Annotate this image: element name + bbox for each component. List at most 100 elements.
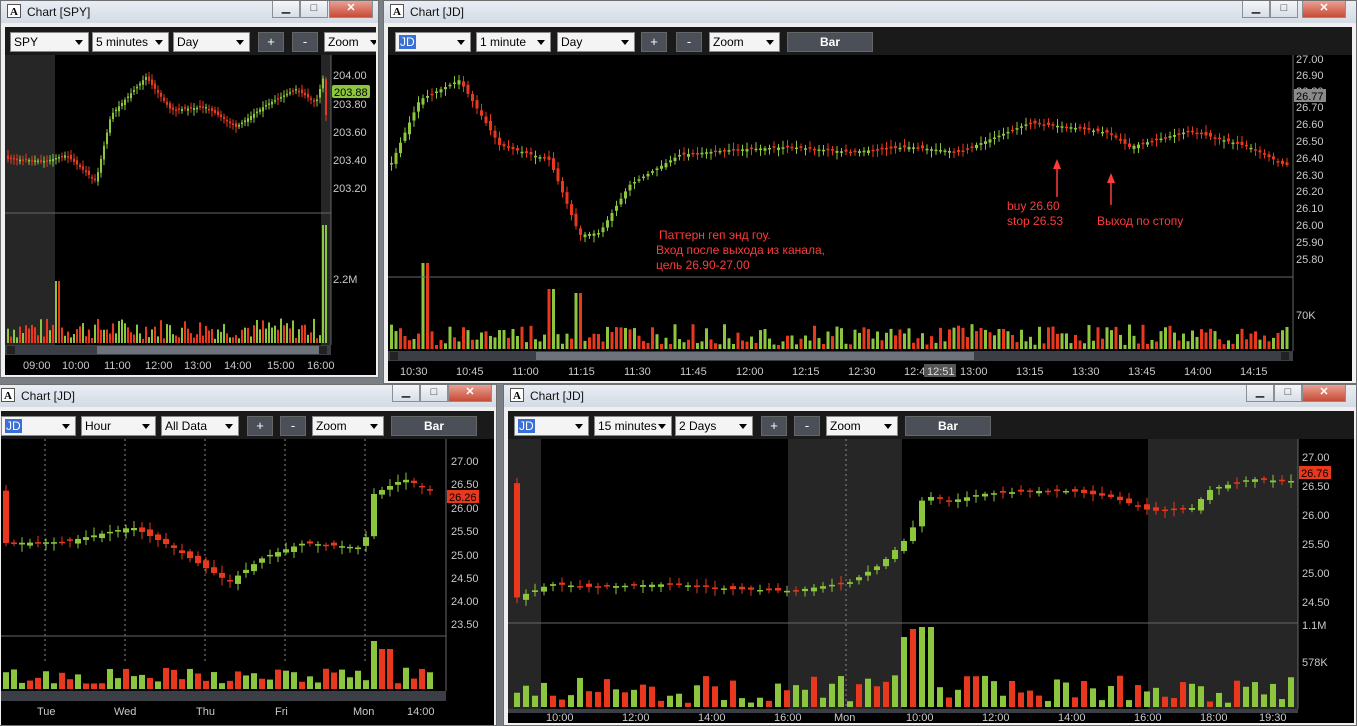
close-icon[interactable]: ✕	[1302, 1, 1346, 18]
zoom-select[interactable]: Zoom	[826, 416, 898, 436]
interval-select[interactable]: 1 minute	[476, 32, 551, 52]
interval-select[interactable]: 15 minutes	[594, 416, 672, 436]
candle	[739, 586, 745, 590]
candle	[1231, 142, 1235, 145]
close-icon[interactable]: ✕	[1302, 385, 1346, 402]
candle	[262, 107, 264, 112]
zoom-out-button[interactable]: -	[676, 32, 702, 52]
candle	[498, 137, 501, 145]
interval-select[interactable]: 5 minutes	[92, 32, 169, 52]
svg-text:27.00: 27.00	[1296, 55, 1324, 66]
range-select[interactable]: Day	[173, 32, 250, 52]
maximize-icon[interactable]: □	[300, 1, 328, 18]
maximize-icon[interactable]: □	[1270, 1, 1298, 18]
volume-bar	[1123, 344, 1127, 349]
volume-bar	[718, 344, 722, 349]
title-bar[interactable]: A Chart [SPY] ▁ □ ✕	[1, 1, 378, 23]
volume-bar	[259, 678, 265, 689]
minimize-icon[interactable]: ▁	[1246, 385, 1274, 402]
title-bar[interactable]: A Chart [JD] ▁ □ ✕	[504, 385, 1356, 407]
volume-bar	[552, 289, 555, 349]
candle	[292, 90, 294, 92]
symbol-select[interactable]: JD	[514, 416, 589, 436]
chart-area[interactable]: JD 1 minute Day + - Zoom Bar 27.00 26.90…	[388, 27, 1352, 381]
bar-button[interactable]: Bar	[787, 32, 873, 52]
range-select[interactable]: Day	[557, 32, 635, 52]
zoom-select[interactable]: Zoom	[324, 32, 376, 52]
candle	[277, 98, 279, 100]
candle	[1254, 149, 1257, 151]
symbol-select[interactable]: SPY	[10, 32, 89, 52]
volume-bar	[142, 338, 144, 343]
chart-area[interactable]: SPY 5 minutes Day + - Zoom 204.00 203.80…	[5, 27, 376, 375]
volume-bar	[277, 329, 279, 343]
zoom-out-button[interactable]: -	[794, 416, 820, 436]
candle	[1272, 156, 1275, 160]
pattern-note: Паттерн геп энд гоу.	[659, 228, 771, 242]
zoom-select[interactable]: Zoom	[709, 32, 780, 52]
volume-bar	[1252, 682, 1258, 707]
title-bar[interactable]: A Chart [JD] ▁ □ ✕	[0, 385, 496, 407]
volume-bar	[493, 337, 497, 349]
candle	[912, 147, 915, 149]
zoom-in-button[interactable]: +	[258, 32, 284, 52]
candle	[109, 119, 111, 133]
volume-bar	[195, 673, 201, 689]
volume-bar	[1047, 327, 1050, 349]
candle	[1119, 138, 1122, 141]
volume-bar	[289, 328, 291, 343]
candle	[205, 107, 207, 109]
volume-bar	[894, 335, 897, 349]
minimize-icon[interactable]: ▁	[1242, 1, 1270, 18]
maximize-icon[interactable]: □	[1274, 385, 1302, 402]
bar-button[interactable]: Bar	[905, 416, 991, 436]
zoom-select[interactable]: Zoom	[312, 416, 384, 436]
volume-bar	[979, 327, 983, 349]
candle	[271, 101, 273, 105]
candle	[811, 587, 817, 592]
volume-bar	[232, 337, 234, 343]
symbol-select[interactable]: JD	[395, 32, 471, 52]
range-select[interactable]: All Data	[161, 416, 239, 436]
close-icon[interactable]: ✕	[329, 1, 373, 18]
candle	[712, 587, 718, 589]
candle	[347, 546, 353, 549]
price-tick: 203.40	[333, 155, 367, 167]
volume-bar	[910, 629, 916, 707]
candle	[1288, 481, 1294, 483]
volume-bar	[299, 681, 305, 689]
svg-text:25.50: 25.50	[451, 526, 479, 538]
volume-bar	[34, 327, 36, 343]
candle	[1074, 127, 1077, 130]
bar-button[interactable]: Bar	[391, 416, 477, 436]
close-icon[interactable]: ✕	[448, 385, 492, 402]
candle	[10, 157, 12, 160]
volume-bar	[714, 343, 717, 349]
volume-bar	[1209, 328, 1212, 349]
candle	[316, 99, 318, 101]
candle	[1108, 494, 1114, 497]
symbol-select[interactable]: JD	[1, 416, 76, 436]
volume-bar	[916, 338, 920, 349]
chart-area[interactable]: JD 15 minutes 2 Days + - Zoom Bar 27.00 …	[508, 411, 1354, 723]
candle	[664, 163, 668, 168]
volume-bar	[1054, 679, 1060, 707]
minimize-icon[interactable]: ▁	[272, 1, 300, 18]
candle	[532, 590, 538, 592]
zoom-in-button[interactable]: +	[641, 32, 667, 52]
zoom-out-button[interactable]: -	[292, 32, 318, 52]
zoom-out-button[interactable]: -	[280, 416, 306, 436]
chart-area[interactable]: JD Hour All Data + - Zoom Bar 27.00 26.5…	[1, 411, 494, 725]
zoom-in-button[interactable]: +	[761, 416, 787, 436]
volume-bar	[1126, 700, 1132, 707]
range-select[interactable]: 2 Days	[675, 416, 753, 436]
candle	[118, 106, 120, 112]
title-bar[interactable]: A Chart [JD] ▁ □ ✕	[384, 1, 1356, 23]
volume-bar	[7, 328, 9, 343]
svg-text:Tue: Tue	[37, 706, 56, 718]
minimize-icon[interactable]: ▁	[392, 385, 420, 402]
exit-note: Выход по стопу	[1097, 214, 1183, 228]
zoom-in-button[interactable]: +	[247, 416, 273, 436]
interval-select[interactable]: Hour	[81, 416, 156, 436]
maximize-icon[interactable]: □	[420, 385, 448, 402]
